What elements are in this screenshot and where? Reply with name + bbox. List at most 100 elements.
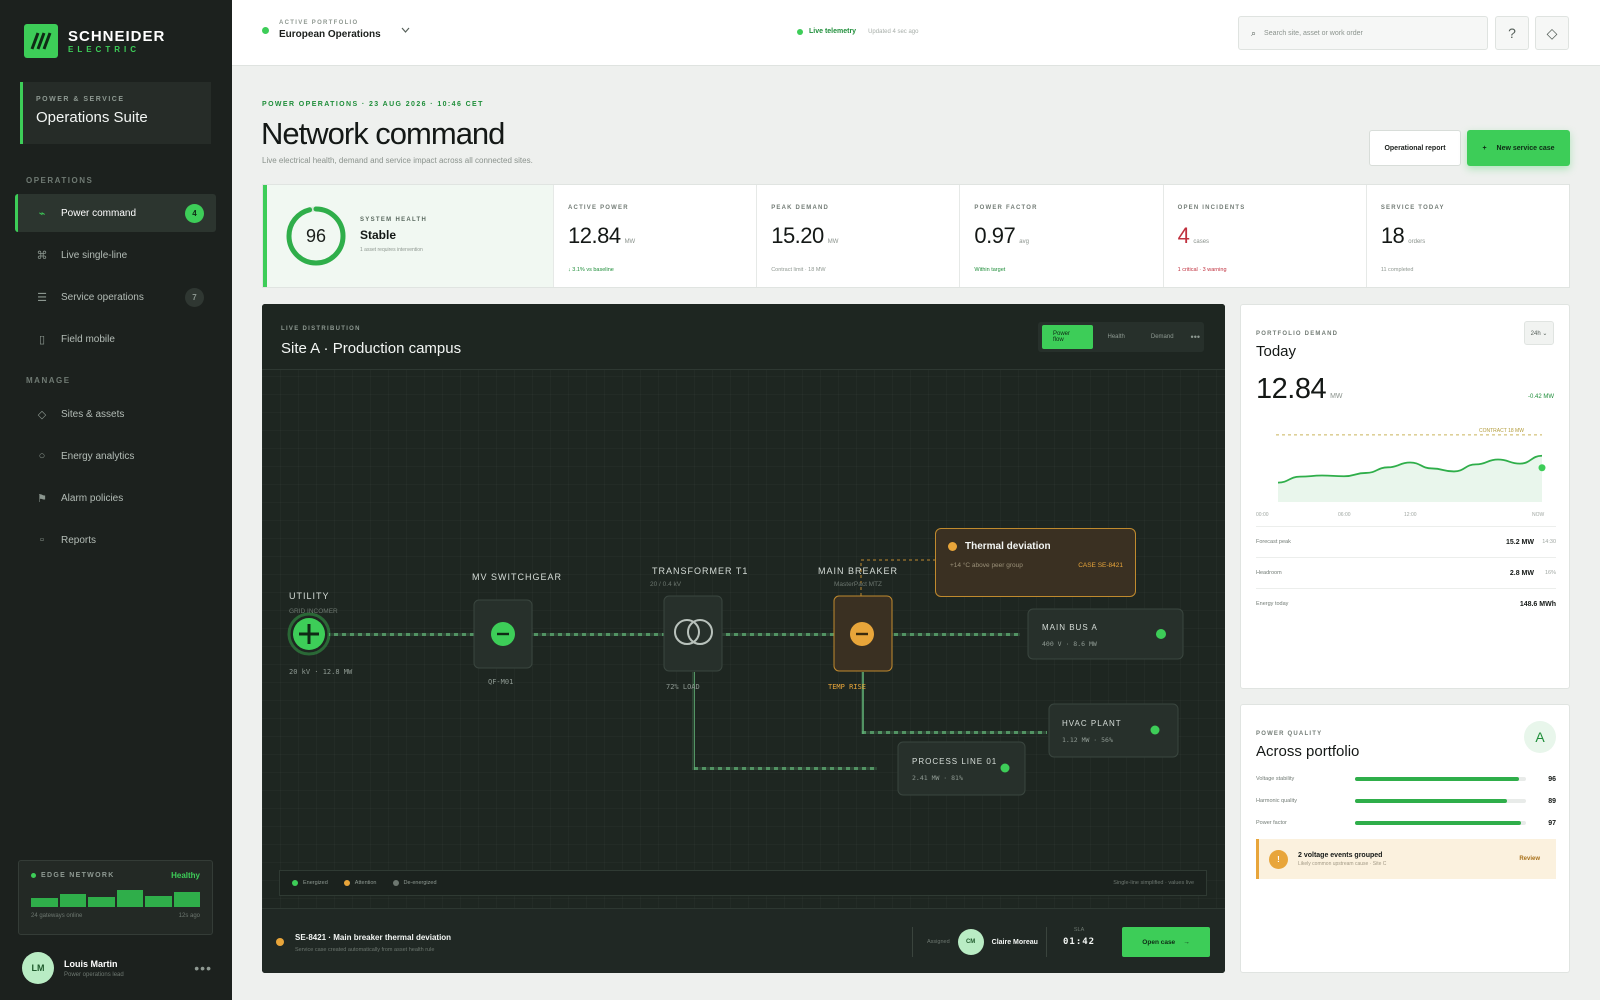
x-tick-label: 12:00 — [1404, 512, 1417, 518]
plus-icon: + — [1482, 144, 1487, 152]
tab-health[interactable]: Health — [1097, 325, 1136, 349]
distribution-header: LIVE DISTRIBUTION Site A · Production ca… — [262, 304, 1225, 370]
page-eyebrow: POWER OPERATIONS · 23 AUG 2026 · 10:46 C… — [262, 101, 484, 108]
sidebar-item-label: Field mobile — [61, 333, 115, 345]
list-icon: ☰ — [37, 291, 47, 304]
x-tick-label: NOW — [1532, 512, 1545, 518]
demand-now-point — [1538, 464, 1546, 472]
quality-bar — [1355, 821, 1526, 825]
range-selector[interactable]: 24h ⌄ — [1524, 321, 1554, 345]
nav-section-manage: MANAGE — [26, 376, 71, 385]
diamond-icon: ◇ — [1546, 24, 1558, 41]
sidebar-badge: 7 — [185, 288, 204, 307]
status-dot — [1000, 763, 1010, 773]
diamond-button[interactable]: ◇ — [1535, 16, 1569, 50]
portfolio-demand-card: PORTFOLIO DEMAND Today 24h ⌄ 12.84 MW -0.… — [1240, 304, 1570, 689]
operational-report-button[interactable]: Operational report — [1369, 130, 1461, 166]
node-main-bus-a[interactable]: MAIN BUS A 400 V · 8.6 MW — [1027, 608, 1184, 660]
bus-title: MAIN BUS A — [1042, 623, 1098, 632]
new-service-case-label: New service case — [1496, 144, 1555, 152]
user-profile[interactable]: LM Louis Martin Power operations lead ••… — [22, 952, 212, 984]
legend-energized: Energized — [292, 880, 328, 886]
diagram-legend: Energized Attention De-energized Single-… — [279, 870, 1207, 896]
sidebar-item-live-single-line[interactable]: ⌘ Live single-line — [15, 236, 216, 274]
edge-bars — [31, 887, 200, 907]
review-link[interactable]: Review — [1519, 856, 1540, 862]
open-case-button[interactable]: Open case → — [1122, 927, 1210, 957]
tooltip-title: Thermal deviation — [965, 541, 1051, 552]
sidebar-item-service-operations[interactable]: ☰ Service operations 7 — [15, 278, 216, 316]
sidebar-item-label: Energy analytics — [61, 450, 135, 462]
sidebar-item-label: Power command — [61, 207, 137, 219]
portfolio-eyebrow: ACTIVE PORTFOLIO — [279, 20, 359, 26]
brand[interactable]: SCHNEIDER ELECTRIC — [24, 24, 165, 58]
service-case-bar: SE-8421 · Main breaker thermal deviation… — [262, 908, 1225, 973]
tab-demand[interactable]: Demand — [1140, 325, 1185, 349]
x-tick-label: 06:00 — [1338, 512, 1351, 518]
health-eyebrow: SYSTEM HEALTH — [360, 217, 428, 223]
single-line-diagram: UTILITY GRID INCOMER 20 kV · 12.8 MW MV … — [287, 559, 1184, 796]
stat-label: Energy today — [1256, 601, 1289, 607]
stat-value: 2.8 MW — [1509, 569, 1534, 577]
health-status: Stable — [360, 228, 397, 242]
sidebar-item-alarm-policies[interactable]: ⚑ Alarm policies — [15, 479, 216, 517]
alert-title: 2 voltage events grouped — [1298, 851, 1383, 859]
sidebar: SCHNEIDER ELECTRIC POWER & SERVICE Opera… — [0, 0, 232, 1000]
sidebar-item-energy-analytics[interactable]: ○ Energy analytics — [15, 437, 216, 475]
breaker-tag: TEMP RISE — [828, 683, 866, 691]
kpi-note: Contract limit · 18 MW — [771, 267, 826, 273]
kpi-label: ACTIVE POWER — [568, 205, 629, 211]
arrow-right-icon: → — [1183, 938, 1190, 946]
kpi-active-power[interactable]: ACTIVE POWER 12.84 MW ↓ 3.1% vs baseline — [553, 185, 756, 287]
sidebar-item-field-mobile[interactable]: ▯ Field mobile — [15, 320, 216, 358]
kpi-service-today[interactable]: SERVICE TODAY 18 orders 11 completed — [1365, 185, 1569, 287]
case-sla: SLA 01:42 — [1046, 927, 1095, 957]
case-title: SE-8421 · Main breaker thermal deviation — [295, 933, 452, 942]
edge-network-card[interactable]: EDGE NETWORK Healthy 24 gateways online … — [18, 860, 213, 935]
tab-power-flow[interactable]: Power flow — [1042, 325, 1093, 349]
more-icon[interactable]: ••• — [1191, 332, 1200, 342]
search-input[interactable]: ⌕ Search site, asset or work order — [1238, 16, 1488, 50]
help-button[interactable]: ? — [1495, 16, 1529, 50]
sla-label: SLA — [1073, 927, 1085, 933]
suite-switcher[interactable]: POWER & SERVICE Operations Suite — [20, 82, 211, 144]
kpi-unit: MW — [624, 239, 636, 245]
sidebar-item-label: Service operations — [61, 291, 144, 303]
kpi-strip: 96 SYSTEM HEALTH Stable 1 asset requires… — [262, 184, 1570, 288]
kpi-value: 15.20 — [771, 223, 824, 248]
quality-bar-fill — [1355, 777, 1520, 781]
new-service-case-button[interactable]: + New service case — [1467, 130, 1570, 166]
system-health-kpi[interactable]: 96 SYSTEM HEALTH Stable 1 asset requires… — [263, 185, 553, 287]
portfolio-selector[interactable]: ACTIVE PORTFOLIO European Operations — [262, 20, 410, 40]
distribution-title: Site A · Production campus — [281, 340, 462, 357]
switchgear-title: MV SWITCHGEAR — [472, 572, 562, 582]
node-mv-switchgear[interactable]: MV SWITCHGEAR QF-M01 — [472, 572, 562, 686]
avatar: CM — [957, 929, 984, 955]
sidebar-item-reports[interactable]: ▫ Reports — [15, 521, 216, 559]
more-icon[interactable]: ••• — [194, 960, 212, 976]
utility-reading: 20 kV · 12.8 MW — [289, 668, 353, 676]
voltage-events-alert[interactable]: ! 2 voltage events grouped Likely common… — [1256, 839, 1556, 879]
kpi-peak-demand[interactable]: PEAK DEMAND 15.20 MW Contract limit · 18 … — [756, 185, 959, 287]
kpi-power-factor[interactable]: POWER FACTOR 0.97 avg Within target — [959, 185, 1162, 287]
quality-value: 97 — [1548, 819, 1556, 827]
switchgear-tag: QF-M01 — [488, 678, 513, 686]
node-hvac-plant[interactable]: HVAC PLANT 1.12 MW · 56% — [1048, 703, 1179, 758]
sidebar-item-sites-assets[interactable]: ◇ Sites & assets — [15, 395, 216, 433]
node-main-breaker[interactable]: MAIN BREAKER MasterPact MTZ TEMP RISE — [818, 566, 898, 691]
thermal-deviation-tooltip[interactable]: Thermal deviation +14 °C above peer grou… — [935, 528, 1136, 597]
tooltip-case-link[interactable]: CASE SE-8421 — [1078, 562, 1123, 569]
edge-updated: 12s ago — [178, 913, 200, 919]
document-icon: ▫ — [40, 534, 44, 546]
network-icon: ⌘ — [36, 249, 48, 262]
x-tick-label: 00:00 — [1256, 512, 1269, 518]
kpi-open-incidents[interactable]: OPEN INCIDENTS 4 cases 1 critical · 3 war… — [1162, 185, 1366, 287]
telemetry-label: Live telemetry — [809, 28, 857, 35]
node-transformer-t1[interactable]: TRANSFORMER T1 20 / 0.4 kV 72% LOAD — [650, 566, 748, 691]
stat-headroom: Headroom 2.8 MW 16% — [1256, 557, 1556, 588]
edge-bar — [173, 892, 200, 907]
sidebar-item-power-command[interactable]: ⌁ Power command 4 — [15, 194, 216, 232]
case-subtitle: Service case created automatically from … — [295, 947, 435, 953]
node-process-line-01[interactable]: PROCESS LINE 01 2.41 MW · 81% — [897, 741, 1026, 796]
stat-value: 148.6 MWh — [1519, 600, 1556, 608]
